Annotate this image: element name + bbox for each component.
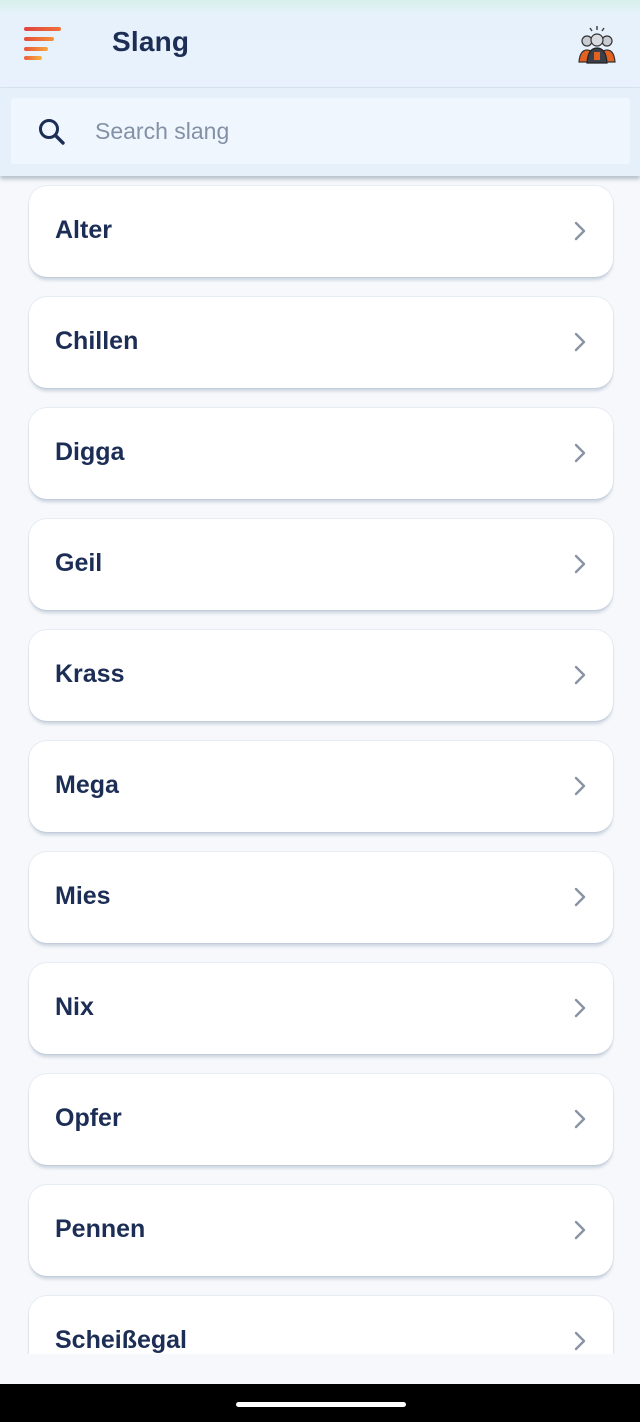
page-title: Slang: [112, 26, 190, 57]
search-bar: [0, 88, 640, 176]
chevron-right-icon: [574, 998, 586, 1018]
chevron-right-icon: [574, 1220, 586, 1240]
app-screen: Slang Alte: [0, 0, 640, 1422]
user-avatar-icon[interactable]: [576, 24, 618, 66]
list-item-digga[interactable]: Digga: [29, 408, 613, 499]
chevron-right-icon: [574, 332, 586, 352]
list-item-scheissegal[interactable]: Scheißegal: [29, 1296, 613, 1354]
list-item-label: Opfer: [55, 1104, 122, 1132]
list-item-geil[interactable]: Geil: [29, 519, 613, 610]
search-box[interactable]: [11, 98, 630, 164]
search-input[interactable]: [95, 110, 595, 152]
list-item-krass[interactable]: Krass: [29, 630, 613, 721]
list-item-label: Alter: [55, 216, 112, 244]
menu-icon[interactable]: [24, 27, 62, 61]
list-item-label: Mies: [55, 882, 111, 910]
list-item-mies[interactable]: Mies: [29, 852, 613, 943]
list-item-chillen[interactable]: Chillen: [29, 297, 613, 388]
chevron-right-icon: [574, 665, 586, 685]
list-item-label: Geil: [55, 549, 103, 577]
list-item-label: Scheißegal: [55, 1326, 187, 1354]
chevron-right-icon: [574, 221, 586, 241]
list-item-label: Chillen: [55, 327, 139, 355]
list-item-label: Krass: [55, 660, 125, 688]
system-navigation-bar: [0, 1384, 640, 1422]
chevron-right-icon: [574, 887, 586, 907]
list-item-label: Digga: [55, 438, 125, 466]
list-item-label: Nix: [55, 993, 94, 1021]
header: Slang: [0, 0, 640, 88]
chevron-right-icon: [574, 443, 586, 463]
chevron-right-icon: [574, 1109, 586, 1129]
list-item-pennen[interactable]: Pennen: [29, 1185, 613, 1276]
chevron-right-icon: [574, 776, 586, 796]
search-icon: [39, 119, 65, 145]
list-item-nix[interactable]: Nix: [29, 963, 613, 1054]
home-indicator[interactable]: [236, 1402, 406, 1407]
chevron-right-icon: [574, 554, 586, 574]
list-item-alter[interactable]: Alter: [29, 186, 613, 277]
list-item-opfer[interactable]: Opfer: [29, 1074, 613, 1165]
slang-list: Alter Chillen Digga Geil Krass Mega Mies: [0, 176, 640, 1354]
list-item-mega[interactable]: Mega: [29, 741, 613, 832]
list-item-label: Mega: [55, 771, 119, 799]
chevron-right-icon: [574, 1331, 586, 1351]
list-item-label: Pennen: [55, 1215, 146, 1243]
